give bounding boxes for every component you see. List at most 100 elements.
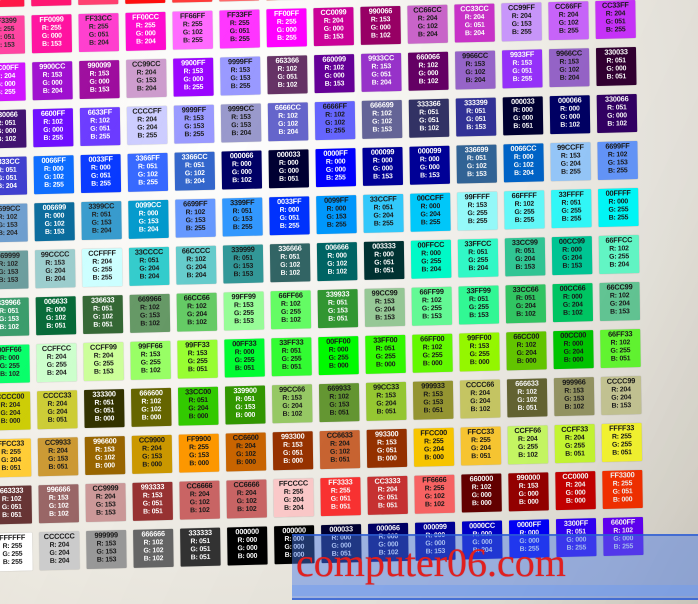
color-swatch: FF6666R: 255G: 102B: 102	[218, 0, 260, 2]
swatch-channel-b: B: 051	[376, 408, 397, 416]
swatch-channel-b: B: 204	[464, 29, 485, 38]
color-swatch: FF9900 R: 255 G: 153 B: 000	[178, 433, 220, 473]
swatch-channel-b: B: 204	[371, 79, 392, 87]
swatch-channel-b: B: 153	[515, 263, 536, 272]
swatch-channel-b: B: 051	[48, 463, 68, 472]
swatch-channel-b: B: 255	[277, 34, 297, 43]
swatch-channel-b: B: 102	[418, 78, 439, 86]
color-swatch: FF33CC R: 255 G: 051 B: 204	[78, 13, 119, 53]
color-swatch: FF33FF R: 255 G: 051 B: 255	[219, 9, 260, 49]
color-swatch: 0099FF R: 000 G: 153 B: 255	[316, 195, 357, 235]
swatch-channel-b: B: 255	[43, 134, 64, 143]
swatch-hex-label: CC66FF	[554, 1, 582, 12]
color-swatch: 006666 R: 000 G: 102 B: 102	[316, 242, 358, 282]
color-swatch: FFCC33 R: 255 G: 204 B: 051	[0, 438, 32, 478]
color-swatch: 333300 R: 051 G: 051 B: 000	[84, 389, 125, 429]
swatch-channel-b: B: 255	[608, 214, 629, 222]
swatch-hex-label: 00CC99	[558, 236, 585, 246]
swatch-hex-label: 99CCCC	[40, 249, 70, 260]
color-swatch: 000033 R: 000 G: 000 B: 051	[268, 149, 310, 189]
swatch-channel-b: B: 102	[327, 268, 348, 276]
color-swatch: FF66FF R: 255 G: 102 B: 255	[172, 10, 213, 50]
swatch-channel-b: B: 051	[143, 508, 163, 516]
swatch-hex-label: FF6666	[422, 474, 447, 485]
color-swatch: 6666CC R: 102 G: 102 B: 204	[267, 102, 309, 142]
swatch-channel-b: B: 255	[558, 27, 579, 36]
swatch-channel-b: B: 051	[612, 449, 632, 457]
swatch-hex-label: 339900	[233, 385, 257, 396]
swatch-channel-b: B: 051	[2, 511, 22, 520]
color-swatch: 99CCFF R: 153 G: 204 B: 255	[550, 142, 591, 182]
color-swatch: 00FF00 R: 000 G: 255 B: 000	[318, 336, 359, 376]
color-swatch: FF3333R: 255G: 051B: 051	[171, 0, 213, 3]
swatch-hex-label: 333333	[188, 527, 212, 538]
color-swatch: 6699CC R: 102 G: 153 B: 204	[0, 203, 28, 243]
color-swatch: 6633FF R: 102 G: 051 B: 255	[79, 107, 121, 147]
color-swatch: CCCC00 R: 204 G: 204 B: 000	[0, 391, 31, 431]
swatch-channel-b: B: 255	[232, 223, 253, 232]
swatch-hex-label: 3366CC	[181, 151, 208, 162]
color-swatch: CC0000 R: 204 G: 000 B: 000	[555, 471, 596, 511]
swatch-hex-label: CC33FF	[601, 0, 629, 10]
swatch-channel-b: B: 153	[467, 170, 487, 179]
swatch-hex-label: CC99FF	[507, 2, 535, 13]
swatch-channel-b: B: 051	[47, 416, 68, 425]
color-swatch: 6600FF R: 102 G: 000 B: 255	[32, 108, 74, 148]
color-swatch: 003333 R: 000 G: 051 B: 051	[363, 240, 405, 280]
swatch-channel-b: B: 255	[184, 131, 205, 139]
swatch-hex-label: 993300	[374, 429, 399, 439]
color-swatch: 996600 R: 153 G: 102 B: 000	[84, 436, 126, 476]
color-swatch: 33CCCC R: 051 G: 204 B: 204	[128, 246, 170, 286]
swatch-channel-b: B: 000	[142, 461, 162, 469]
swatch-hex-label: 339933	[325, 289, 350, 299]
swatch-hex-label: 0099FF	[324, 195, 349, 205]
color-swatch: FF0033R: 255G: 000B: 051	[0, 0, 25, 8]
swatch-channel-b: B: 051	[46, 322, 66, 331]
swatch-channel-b: B: 102	[564, 403, 585, 412]
swatch-hex-label: 33CC66	[512, 284, 539, 295]
swatch-hex-label: 996666	[46, 484, 71, 495]
swatch-hex-label: 000033	[276, 149, 301, 160]
color-swatch: 33CCFF R: 051 G: 204 B: 255	[363, 193, 404, 233]
swatch-channel-b: B: 204	[42, 87, 63, 96]
color-swatch: 33FFCC R: 051 G: 255 B: 204	[457, 238, 499, 278]
color-swatch: 6699FF R: 102 G: 153 B: 255	[175, 198, 216, 238]
swatch-channel-b: B: 000	[563, 356, 584, 365]
swatch-channel-b: B: 255	[325, 127, 345, 135]
swatch-channel-b: B: 153	[422, 313, 442, 321]
color-swatch: 00FFFF R: 000 G: 255 B: 255	[598, 187, 639, 227]
color-swatch: 660066 R: 102 G: 000 B: 102	[408, 51, 449, 91]
color-swatch: 993333 R: 153 G: 051 B: 051	[132, 481, 173, 521]
color-swatch: CC33CC R: 204 G: 051 B: 204	[454, 3, 495, 43]
swatch-channel-b: B: 153	[233, 270, 254, 279]
color-swatch: 663366 R: 102 G: 051 B: 102	[267, 55, 308, 95]
swatch-channel-b: B: 102	[232, 176, 252, 185]
color-swatch: CC6666 R: 204 G: 102 B: 102	[179, 480, 220, 520]
color-swatch: 66FFFF R: 102 G: 255 B: 255	[504, 190, 545, 230]
swatch-hex-label: FF9900	[186, 433, 211, 444]
color-swatch: 66CC00 R: 102 G: 204 B: 000	[506, 331, 547, 371]
swatch-hex-label: CC6666	[186, 480, 213, 491]
color-swatch: 330033 R: 051 G: 000 B: 051	[595, 46, 637, 86]
color-swatch: CCCC33 R: 204 G: 204 B: 051	[37, 390, 78, 430]
color-swatch: CC6600 R: 204 G: 102 B: 000	[225, 432, 267, 472]
swatch-hex-label: 0066CC	[510, 143, 537, 154]
color-swatch: 66FF00 R: 102 G: 255 B: 000	[412, 333, 453, 373]
swatch-channel-b: B: 153	[372, 126, 392, 134]
swatch-channel-b: B: 102	[607, 120, 627, 128]
color-swatch: 99FF66 R: 153 G: 255 B: 102	[130, 340, 171, 380]
color-swatch: CC6666 R: 204 G: 102 B: 102	[226, 479, 267, 519]
swatch-hex-label: 9999FF	[181, 104, 207, 115]
color-swatch: 99CC99 R: 153 G: 204 B: 153	[364, 287, 406, 327]
swatch-hex-label: 00FF00	[326, 336, 351, 346]
swatch-channel-b: B: 102	[140, 367, 161, 375]
color-swatch: 9900FF R: 153 G: 000 B: 255	[173, 57, 214, 97]
color-swatch: 666600 R: 102 G: 102 B: 000	[131, 387, 172, 427]
swatch-hex-label: 99FF00	[467, 332, 492, 343]
color-swatch: FF0066R: 255G: 000B: 102	[30, 0, 72, 7]
color-swatch: 336666 R: 051 G: 102 B: 102	[269, 243, 311, 283]
swatch-hex-label: CCCC99	[606, 376, 636, 386]
swatch-hex-label: 6600FF	[40, 108, 66, 119]
swatch-channel-b: B: 000	[518, 498, 539, 507]
color-swatch: 9933FF R: 153 G: 051 B: 255	[502, 49, 543, 89]
